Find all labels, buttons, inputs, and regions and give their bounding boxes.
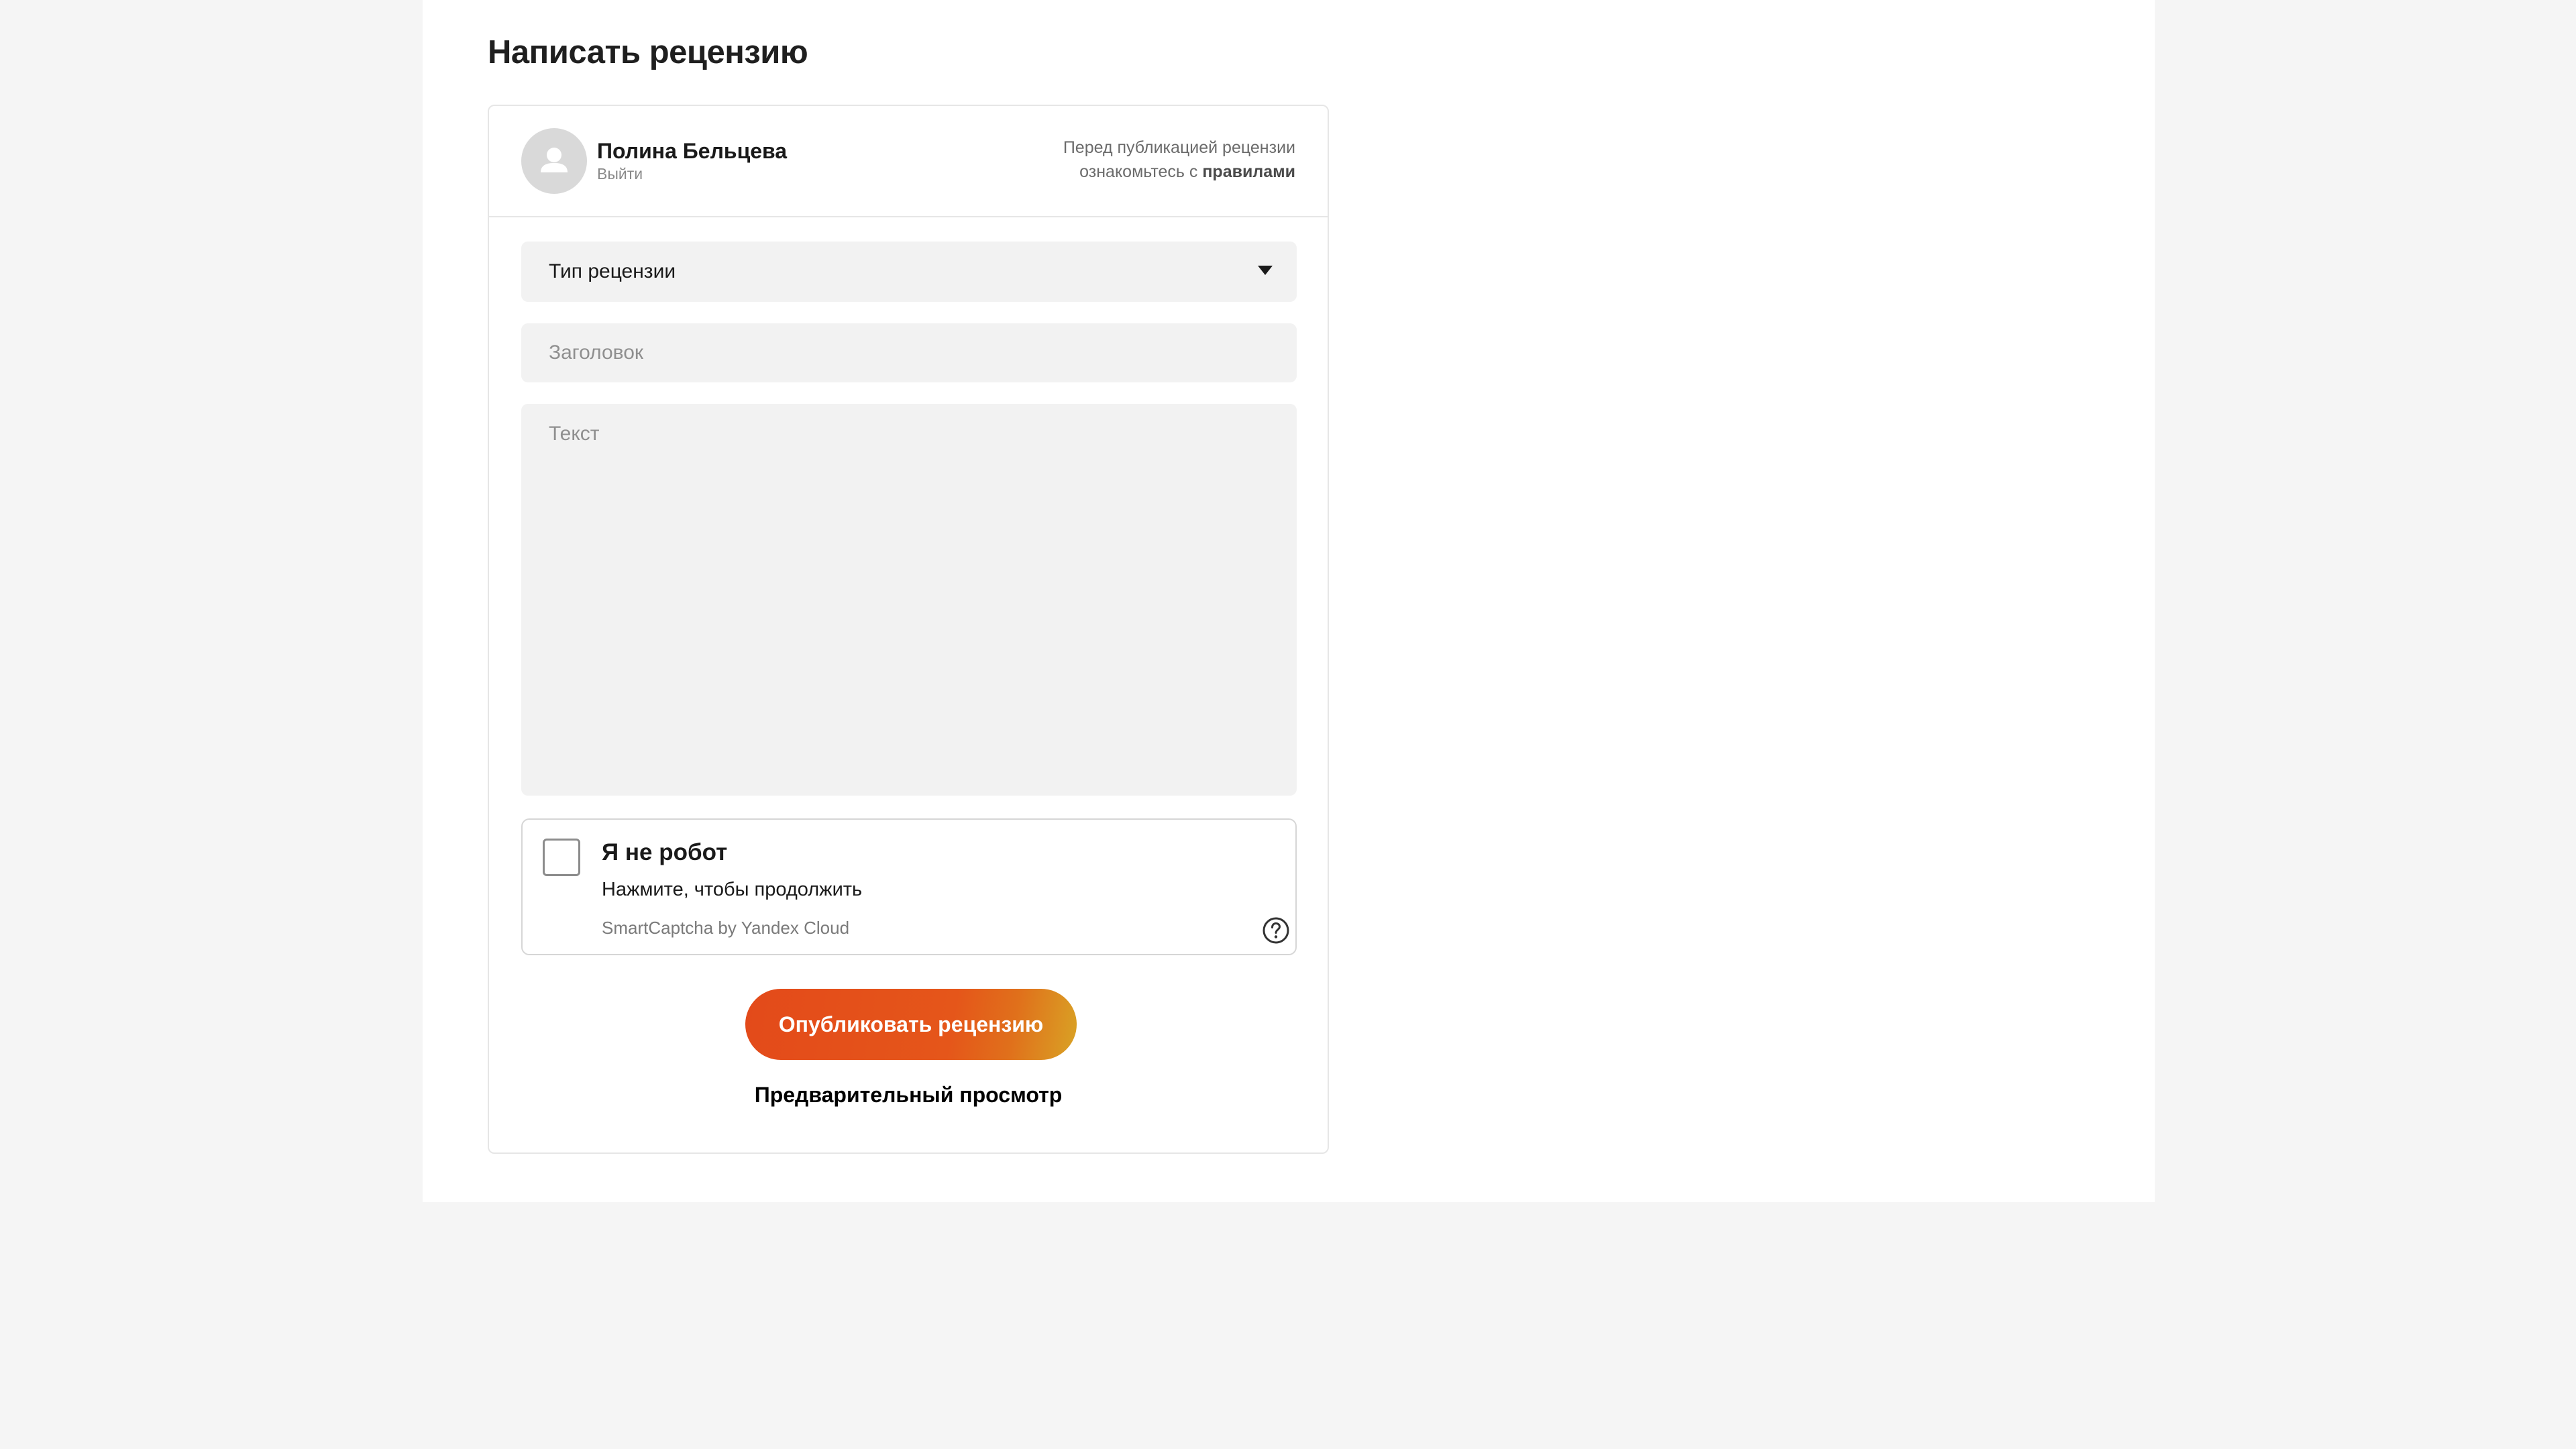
user-silhouette-icon (541, 148, 568, 172)
preview-link: Предварительный просмотр (489, 1080, 1328, 1110)
rules-link[interactable]: правилами (1202, 162, 1295, 181)
rules-note: Перед публикацией рецензии ознакомьтесь … (1063, 136, 1295, 184)
form-header: Полина Бельцева Выйти Перед публикацией … (489, 106, 1328, 217)
captcha-subtitle: Нажмите, чтобы продолжить (602, 879, 863, 900)
rules-note-prefix: ознакомьтесь с (1079, 162, 1203, 181)
preview-link-label[interactable]: Предварительный просмотр (755, 1083, 1063, 1107)
rules-note-line2: ознакомьтесь с правилами (1063, 160, 1295, 184)
page-content: Написать рецензию Полина Бельцева Выйти … (423, 0, 2155, 1202)
text-input[interactable] (521, 404, 1297, 796)
captcha-brand: SmartCaptcha by Yandex Cloud (602, 918, 850, 938)
review-type-select[interactable]: Тип рецензии (521, 241, 1297, 302)
captcha-title: Я не робот (602, 839, 728, 865)
review-type-label: Тип рецензии (549, 260, 676, 282)
publish-review-button[interactable]: Опубликовать рецензию (745, 989, 1077, 1060)
rules-note-line1: Перед публикацией рецензии (1063, 138, 1295, 157)
review-form: Полина Бельцева Выйти Перед публикацией … (488, 105, 1329, 1154)
smartcaptcha-widget: Я не робот Нажмите, чтобы продолжить Sma… (521, 818, 1297, 955)
title-input[interactable] (521, 323, 1297, 382)
logout-link[interactable]: Выйти (597, 164, 643, 184)
avatar (521, 128, 587, 194)
user-name: Полина Бельцева (597, 139, 788, 163)
page-title: Написать рецензию (488, 34, 808, 70)
question-circle-icon[interactable] (1262, 916, 1290, 945)
triangle-down-icon (1258, 266, 1273, 275)
captcha-checkbox[interactable] (543, 839, 580, 876)
